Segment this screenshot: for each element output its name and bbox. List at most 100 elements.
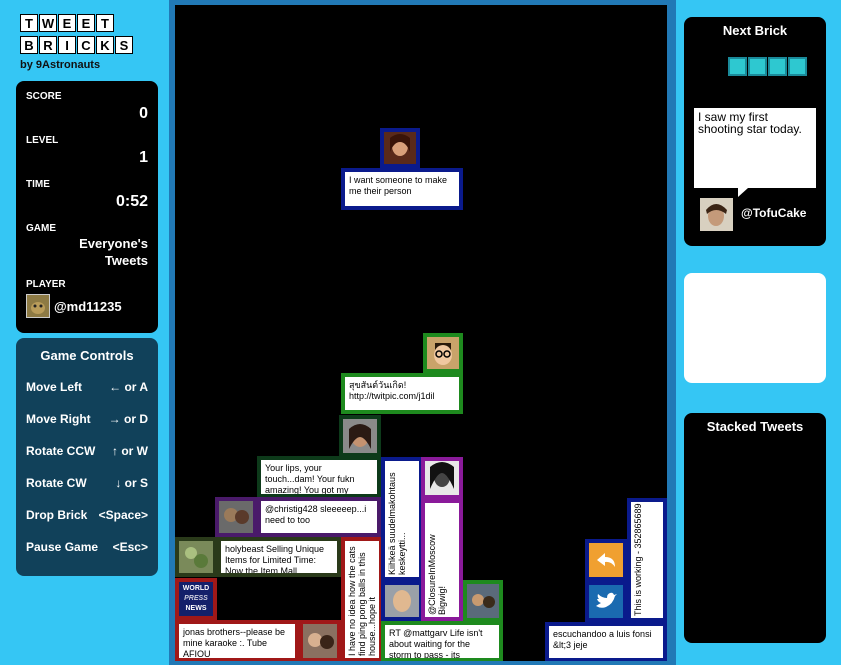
woman-avatar-icon (384, 132, 416, 164)
player-avatar (26, 294, 50, 318)
logo-letter: W (39, 14, 57, 32)
couple-avatar-icon (219, 501, 253, 533)
reply-tile (589, 543, 623, 577)
blank-panel (684, 273, 826, 383)
logo-word: NEWS (185, 605, 207, 612)
brick-cell (748, 57, 767, 76)
falling-brick-tweet: I want someone to make me their person (341, 168, 463, 210)
logo-letter: E (77, 14, 95, 32)
brick-green-tweet: สุขสันต์วันเกิด! http://twitpic.com/j1di… (341, 373, 463, 414)
plant-avatar-icon (179, 541, 213, 573)
blue-right-tweet-text: escuchandoo a luis fonsi &lt;3 jeje (549, 626, 663, 658)
brick-magenta-avatar (421, 457, 463, 499)
control-label: Move Right (26, 412, 91, 426)
logo-letter: I (58, 36, 76, 54)
game-board[interactable]: I want someone to make me their person ส… (169, 0, 676, 665)
vertical-blue-text: Kiihkeä suudelmakohtaus keskeytti... (387, 472, 407, 575)
vertical-magenta-tweet: @ClosureInMoscow Bigwig! (425, 503, 459, 617)
control-key: <Space> (98, 508, 148, 522)
brick-vertical-blue: Kiihkeä suudelmakohtaus keskeytti... (381, 457, 423, 581)
next-brick-panel: Next Brick I saw my first shooting star … (684, 17, 826, 246)
stats-panel: SCORE 0 LEVEL 1 TIME 0:52 GAME Everyone'… (16, 81, 158, 333)
user-avatar-icon (700, 198, 733, 231)
brick-purple-avatar (215, 497, 257, 537)
people-avatar-icon (303, 624, 337, 658)
dog-avatar-icon (27, 295, 49, 317)
control-key: → or D (108, 412, 148, 426)
brick-olive-avatar (175, 537, 217, 577)
next-brick-title: Next Brick (722, 23, 788, 38)
brick-vertical-right: This is working - 352865689 (627, 498, 667, 622)
brick-red-tweet: jonas brothers--please be mine karaoke :… (175, 620, 299, 661)
game-value-line2: Tweets (104, 253, 148, 268)
woman-bw-avatar-icon (425, 461, 459, 495)
level-value: 1 (139, 149, 148, 166)
vertical-right-tweet: This is working - 352865689 (631, 502, 663, 618)
control-key: <Esc> (112, 540, 148, 554)
brick-rt-avatar (463, 580, 503, 622)
green-tweet-text: สุขสันต์วันเกิด! http://twitpic.com/j1di… (345, 377, 459, 410)
world-press-news-logo: WORLD PRESS NEWS (179, 582, 213, 616)
control-key: ↑ or W (112, 444, 148, 458)
reply-arrow-icon (597, 553, 615, 567)
brick-vertical-blue-avatar (381, 581, 423, 621)
player-label: PLAYER (26, 279, 66, 290)
vertical-right-text: This is working - 352865689 (633, 503, 643, 616)
score-label: SCORE (26, 91, 62, 102)
speech-tail (738, 188, 748, 197)
olive-tweet-text: holybeast Selling Unique Items for Limit… (221, 541, 337, 573)
logo-letter: R (39, 36, 57, 54)
logo-row-bricks: B R I C K S (20, 36, 134, 54)
stacked-tweets-panel: Stacked Tweets (684, 413, 826, 643)
next-user-name: @TofuCake (741, 206, 807, 220)
control-key: ← or A (109, 380, 148, 394)
rt-tweet-text: RT @mattgarv Life isn't about waiting fo… (385, 625, 499, 658)
brick-red-avatar: WORLD PRESS NEWS (175, 578, 217, 620)
logo-letter: T (96, 14, 114, 32)
falling-brick-avatar (380, 128, 420, 168)
logo-word: WORLD (182, 585, 210, 592)
game-label: GAME (26, 223, 56, 234)
logo-letter: C (77, 36, 95, 54)
brick-reply (585, 539, 627, 581)
vertical-red-tweet: I have no idea how the cats find ping po… (345, 541, 379, 658)
twitter-bird-icon (596, 592, 617, 608)
brick-cell (788, 57, 807, 76)
control-pause-game: Pause Game <Esc> (26, 540, 148, 554)
brick-green-avatar (423, 333, 463, 373)
logo-letter: T (20, 14, 38, 32)
control-rotate-cw: Rotate CW ↓ or S (26, 476, 148, 490)
next-brick-preview (728, 57, 807, 76)
control-label: Move Left (26, 380, 83, 394)
logo-letter: S (115, 36, 133, 54)
control-move-left: Move Left ← or A (26, 380, 148, 394)
time-value: 0:52 (115, 193, 148, 210)
logo-letter: E (58, 14, 76, 32)
board-well[interactable]: I want someone to make me their person ส… (175, 5, 667, 661)
controls-title: Game Controls (40, 348, 134, 363)
brick-darkgreen-avatar (339, 415, 381, 457)
brick-rt-tweet: RT @mattgarv Life isn't about waiting fo… (381, 621, 503, 661)
vertical-magenta-text: @ClosureInMoscow Bigwig! (427, 534, 447, 615)
glasses-face-icon (427, 337, 459, 369)
logo-word: PRESS (184, 595, 208, 602)
player-name: @md11235 (54, 299, 122, 314)
control-label: Rotate CW (26, 476, 87, 490)
vertical-blue-tweet: Kiihkeä suudelmakohtaus keskeytti... (385, 461, 419, 577)
game-value-line1: Everyone's (79, 236, 148, 251)
man-avatar-icon (385, 585, 419, 617)
control-label: Pause Game (26, 540, 99, 554)
vertical-red-text: I have no idea how the cats find ping po… (347, 546, 377, 656)
next-user-avatar (700, 198, 733, 231)
twitter-tile (589, 585, 623, 618)
brick-twitter (585, 581, 627, 622)
brick-red2-avatar (299, 620, 341, 661)
control-key: ↓ or S (115, 476, 148, 490)
control-label: Rotate CCW (26, 444, 96, 458)
darkgreen-tweet-text: Your lips, your touch...dam! Your fukn a… (261, 460, 377, 494)
purple-tweet-text: @christig428 sleeeeep...i need to too (261, 501, 377, 533)
brick-olive-tweet: holybeast Selling Unique Items for Limit… (217, 537, 341, 577)
score-value: 0 (139, 105, 148, 122)
control-drop-brick: Drop Brick <Space> (26, 508, 148, 522)
red-tweet-text: jonas brothers--please be mine karaoke :… (179, 624, 295, 658)
